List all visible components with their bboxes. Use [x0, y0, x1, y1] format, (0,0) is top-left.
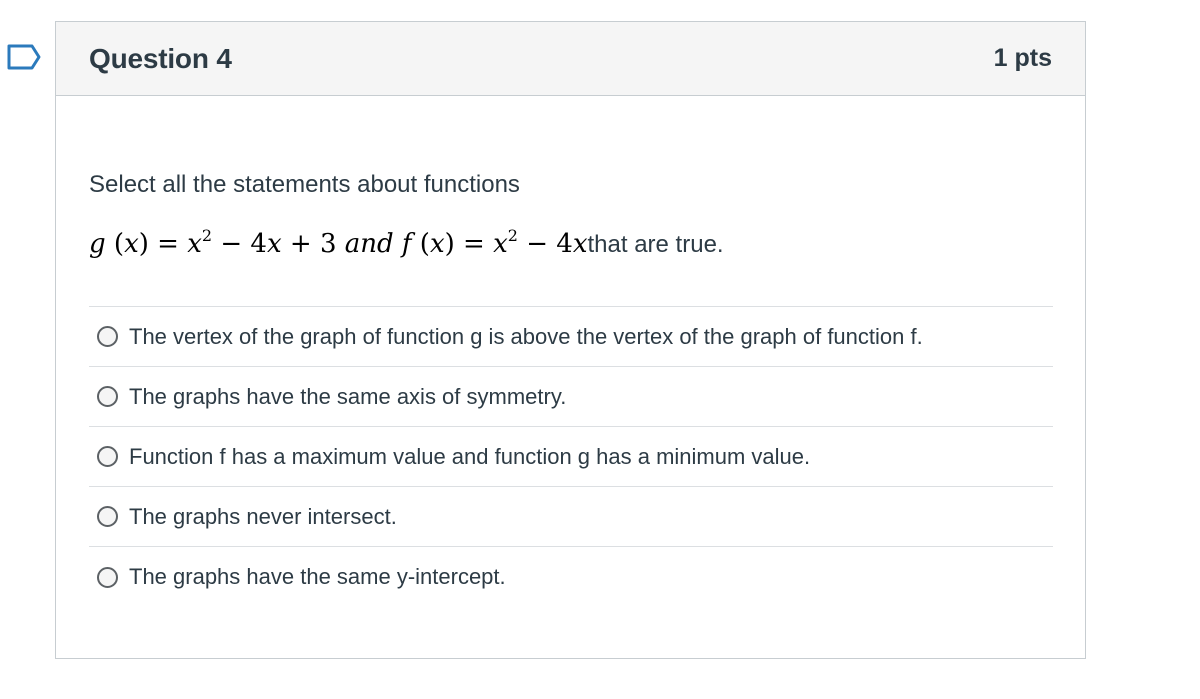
question-title: Question 4	[89, 42, 232, 74]
answer-option[interactable]: The vertex of the graph of function g is…	[89, 307, 1053, 367]
formula-math: g (x) = x2 − 4x + 3 and f (x) = x2 − 4x	[89, 226, 588, 260]
answer-label: The vertex of the graph of function g is…	[129, 323, 923, 349]
question-header: Question 4 1 pts	[56, 22, 1085, 96]
checkbox-icon[interactable]	[97, 566, 118, 588]
question-points: 1 pts	[993, 44, 1052, 72]
question-prompt: Select all the statements about function…	[89, 171, 520, 198]
flag-question-icon[interactable]	[6, 43, 42, 71]
answer-option[interactable]: The graphs have the same axis of symmetr…	[89, 367, 1053, 427]
answer-label: The graphs have the same axis of symmetr…	[129, 383, 567, 409]
checkbox-icon[interactable]	[97, 506, 118, 527]
answer-label: Function f has a maximum value and funct…	[129, 443, 811, 469]
answer-label: The graphs have the same y-intercept.	[129, 564, 506, 589]
answer-option[interactable]: Function f has a maximum value and funct…	[89, 427, 1053, 487]
formula-suffix: that are true.	[587, 231, 724, 258]
checkbox-icon[interactable]	[97, 326, 118, 347]
checkbox-icon[interactable]	[97, 446, 118, 467]
question-formula: g (x) = x2 − 4x + 3 and f (x) = x2 − 4xt…	[89, 227, 1053, 262]
answer-option[interactable]: The graphs have the same y-intercept.	[89, 547, 1053, 607]
answer-label: The graphs never intersect.	[129, 503, 397, 529]
question-body: Select all the statements about function…	[56, 170, 1085, 607]
checkbox-icon[interactable]	[97, 386, 118, 407]
answer-option[interactable]: The graphs never intersect.	[89, 487, 1053, 547]
question-card: Question 4 1 pts Select all the statemen…	[55, 21, 1086, 659]
answer-list: The vertex of the graph of function g is…	[89, 306, 1053, 607]
